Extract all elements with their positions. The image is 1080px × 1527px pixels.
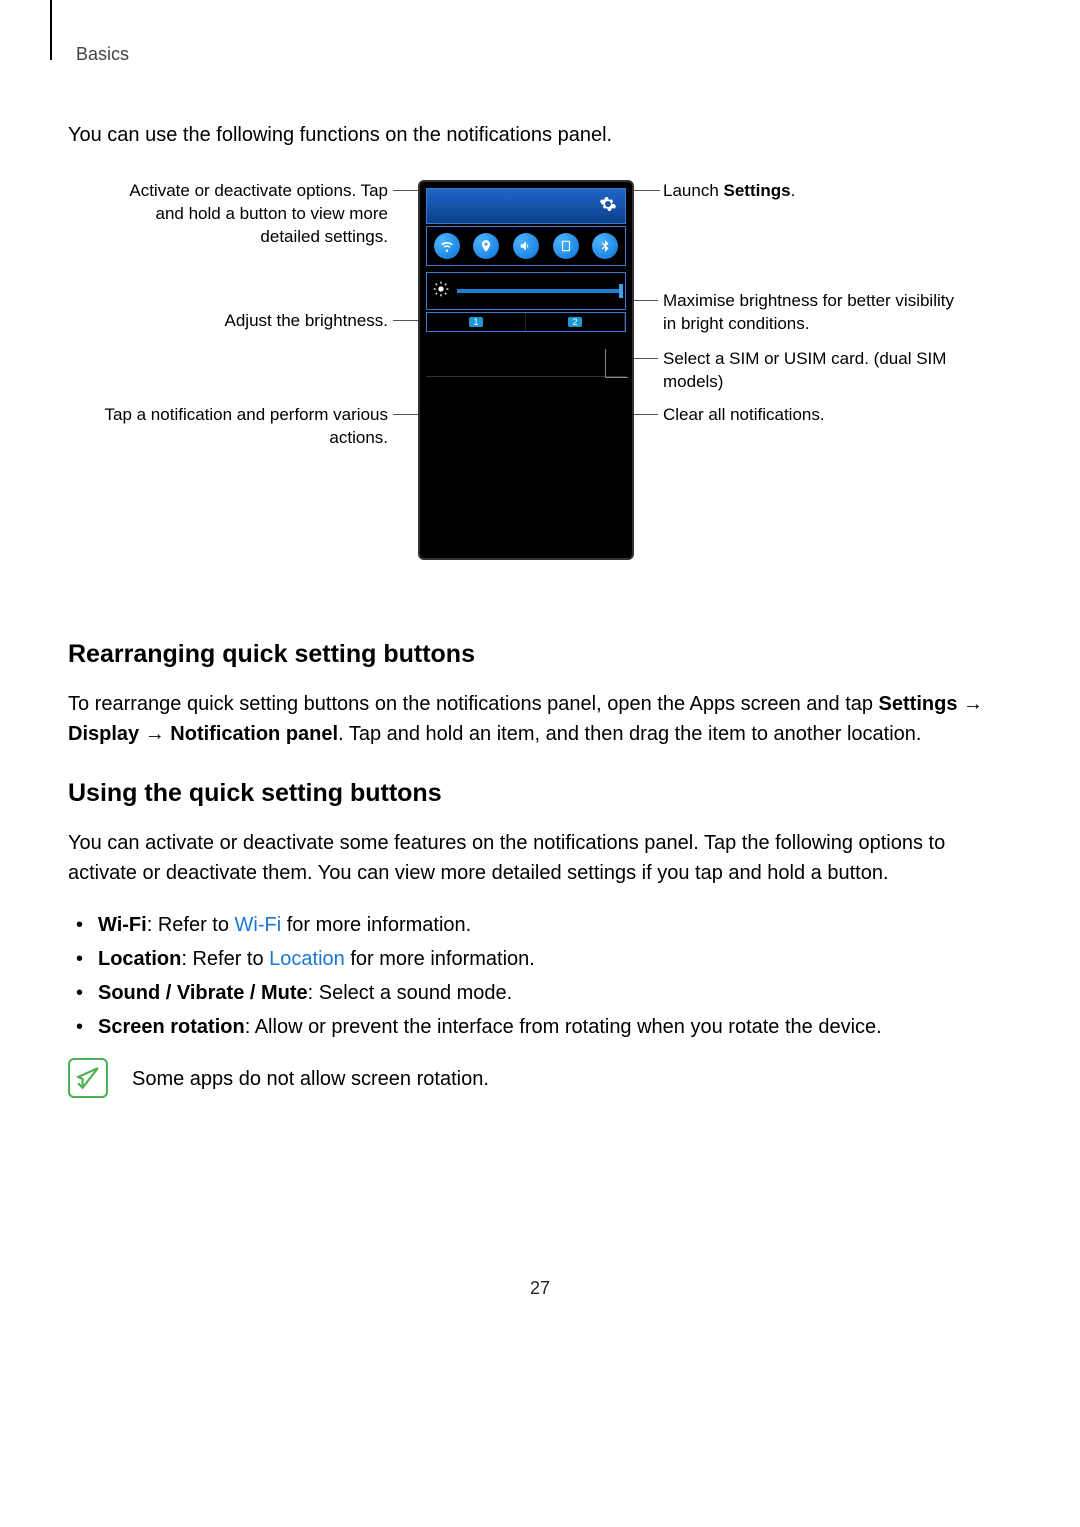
feature-list: Wi-Fi: Refer to Wi-Fi for more informati… xyxy=(68,908,1012,1044)
sim-1: 1 xyxy=(427,313,526,331)
text: : Refer to xyxy=(181,948,269,970)
notification-panel-diagram: Activate or deactivate options. Tap and … xyxy=(68,180,1012,610)
status-bar xyxy=(426,188,626,224)
text: Display xyxy=(68,723,139,745)
bluetooth-icon xyxy=(592,233,618,259)
note-icon xyxy=(68,1058,108,1098)
intro-text: You can use the following functions on t… xyxy=(68,120,1012,150)
rearrange-text: To rearrange quick setting buttons on th… xyxy=(68,689,1012,749)
link-wifi[interactable]: Wi-Fi xyxy=(235,914,282,936)
callout-options: Activate or deactivate options. Tap and … xyxy=(98,180,388,249)
list-item: Location: Refer to Location for more inf… xyxy=(68,942,1012,976)
text: Sound / Vibrate / Mute xyxy=(98,982,308,1004)
wifi-icon xyxy=(434,233,460,259)
callout-settings: Launch Settings. xyxy=(663,180,953,203)
lead-line xyxy=(630,414,658,415)
quick-toggles xyxy=(426,226,626,266)
text: : Allow or prevent the interface from ro… xyxy=(245,1016,882,1038)
sim-row: 1 2 xyxy=(426,312,626,332)
brightness-icon xyxy=(433,281,449,302)
page-number: 27 xyxy=(68,1278,1012,1299)
heading-rearranging: Rearranging quick setting buttons xyxy=(68,640,1012,669)
text: . Tap and hold an item, and then drag th… xyxy=(338,723,921,745)
text: Location xyxy=(98,948,181,970)
using-text: You can activate or deactivate some feat… xyxy=(68,828,1012,888)
sim-1-badge: 1 xyxy=(469,317,482,327)
note-text: Some apps do not allow screen rotation. xyxy=(132,1058,489,1094)
list-item: Sound / Vibrate / Mute: Select a sound m… xyxy=(68,976,1012,1010)
clear-button-icon xyxy=(605,349,628,378)
text: for more information. xyxy=(345,948,535,970)
text: Launch xyxy=(663,181,724,200)
gear-icon xyxy=(599,195,617,218)
lead-line xyxy=(630,358,658,359)
callout-maxbright: Maximise brightness for better visibilit… xyxy=(663,290,963,336)
list-item: Wi-Fi: Refer to Wi-Fi for more informati… xyxy=(68,908,1012,942)
callout-notif: Tap a notification and perform various a… xyxy=(98,404,388,450)
text: . xyxy=(791,181,796,200)
notification-area xyxy=(426,334,626,377)
sim-2-badge: 2 xyxy=(568,317,581,327)
header-rule xyxy=(50,0,52,60)
note: Some apps do not allow screen rotation. xyxy=(68,1058,1012,1098)
lead-line xyxy=(630,300,658,301)
text: Settings xyxy=(724,181,791,200)
brightness-slider xyxy=(457,289,619,293)
section-header: Basics xyxy=(76,44,1012,65)
text: for more information. xyxy=(281,914,471,936)
sound-icon xyxy=(513,233,539,259)
callout-brightness: Adjust the brightness. xyxy=(158,310,388,333)
link-location[interactable]: Location xyxy=(269,948,345,970)
text: Screen rotation xyxy=(98,1016,245,1038)
sim-2: 2 xyxy=(526,313,625,331)
brightness-row xyxy=(426,272,626,310)
text: Wi-Fi xyxy=(98,914,147,936)
phone-mockup: 1 2 xyxy=(418,180,634,560)
callout-sim: Select a SIM or USIM card. (dual SIM mod… xyxy=(663,348,963,394)
text: : Select a sound mode. xyxy=(308,982,513,1004)
list-item: Screen rotation: Allow or prevent the in… xyxy=(68,1010,1012,1044)
text: Notification panel xyxy=(170,723,338,745)
text: Settings xyxy=(879,693,958,715)
heading-using: Using the quick setting buttons xyxy=(68,779,1012,808)
text: → xyxy=(957,693,983,715)
text: : Refer to xyxy=(147,914,235,936)
callout-clear: Clear all notifications. xyxy=(663,404,953,427)
rotation-icon xyxy=(553,233,579,259)
text: → xyxy=(139,723,170,745)
location-icon xyxy=(473,233,499,259)
text: To rearrange quick setting buttons on th… xyxy=(68,693,879,715)
